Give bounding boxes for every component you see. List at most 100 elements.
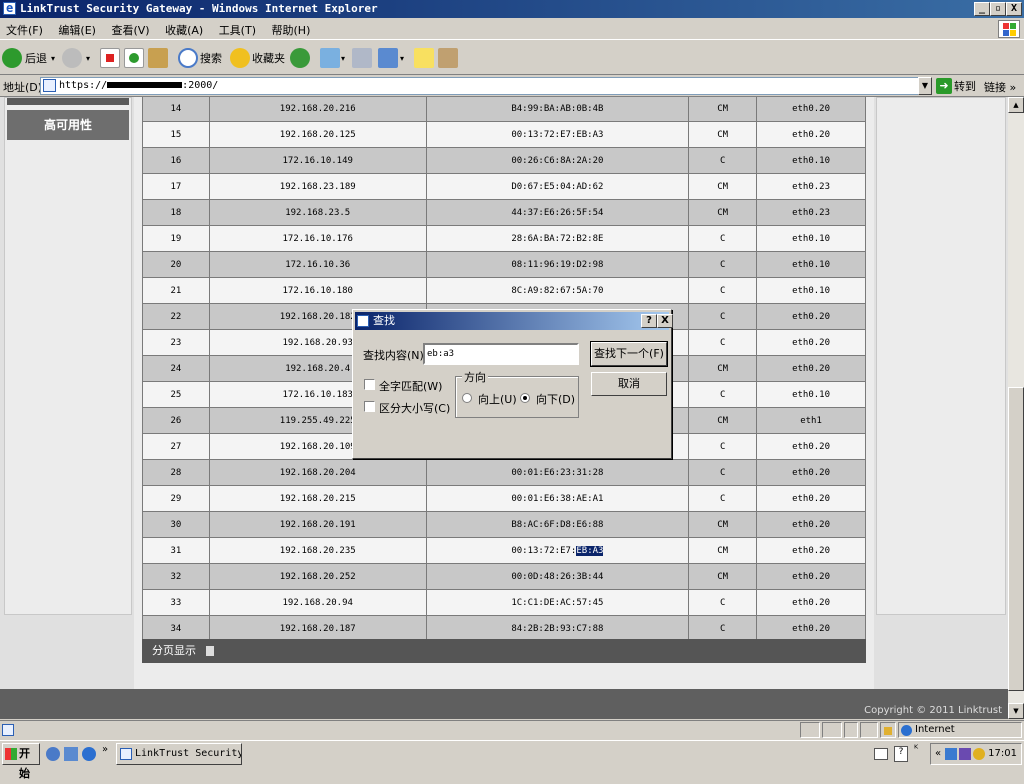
- ip-cell: 172.16.10.180: [208, 277, 427, 304]
- match-case-checkbox[interactable]: [364, 401, 375, 412]
- dialog-close-button[interactable]: X: [657, 314, 673, 328]
- ie-page-icon: [120, 748, 132, 760]
- refresh-icon: [124, 48, 144, 68]
- mac-cell: 00:13:72:E7:EB:A3: [425, 537, 690, 564]
- direction-down-radio[interactable]: [520, 393, 530, 403]
- tray-app-icon[interactable]: [959, 748, 971, 760]
- direction-down-label: 向下(D): [536, 393, 576, 406]
- refresh-button[interactable]: [124, 46, 144, 70]
- minimize-button[interactable]: _: [974, 2, 990, 16]
- interface-cell: eth0.20: [756, 329, 866, 356]
- restore-button[interactable]: ▫: [990, 2, 1006, 16]
- help-icon[interactable]: ?: [894, 746, 908, 762]
- row-index-cell: 26: [142, 407, 210, 434]
- interface-cell: eth0.23: [756, 199, 866, 226]
- address-prefix: https://: [59, 80, 108, 91]
- quicklaunch-ie-icon[interactable]: [82, 747, 96, 761]
- cancel-button[interactable]: 取消: [591, 372, 667, 396]
- type-cell: C: [688, 147, 758, 174]
- links-button[interactable]: 链接 »: [984, 79, 1016, 95]
- go-button[interactable]: ➜ 转到: [936, 77, 976, 95]
- interface-cell: eth1: [756, 407, 866, 434]
- table-row: 20 172.16.10.36 08:11:96:19:D2:98 Ceth0.10: [142, 251, 866, 278]
- edit-button[interactable]: ▾: [378, 46, 404, 70]
- tray-expand-icon[interactable]: «: [935, 744, 941, 764]
- address-input[interactable]: https://:2000/: [40, 77, 920, 95]
- nav-top-bar: [7, 98, 129, 105]
- type-cell: CM: [688, 407, 758, 434]
- table-row: 14 192.168.20.216 B4:99:BA:AB:0B:4B CM eth0.…: [142, 97, 866, 122]
- mac-cell: 00:26:C6:8A:2A:20: [425, 147, 690, 174]
- ip-cell: 172.16.10.149: [208, 147, 427, 174]
- address-dropdown-button[interactable]: ▼: [918, 77, 932, 95]
- back-button[interactable]: 后退 ▾: [2, 46, 55, 70]
- ip-cell: 192.168.20.204: [208, 459, 427, 486]
- home-button[interactable]: [148, 46, 168, 70]
- menu-help[interactable]: 帮助(H): [266, 18, 317, 42]
- mac-cell: 1C:C1:DE:AC:57:45: [425, 589, 690, 616]
- quicklaunch-desktop-icon[interactable]: [64, 747, 78, 761]
- find-next-button[interactable]: 查找下一个(F): [590, 341, 668, 367]
- type-cell: C: [688, 459, 758, 486]
- menu-file[interactable]: 文件(F): [0, 18, 49, 42]
- favorites-button[interactable]: 收藏夹: [230, 46, 285, 70]
- edit-dropdown-icon[interactable]: ▾: [400, 54, 404, 63]
- clock[interactable]: 17:01: [988, 748, 1017, 759]
- menu-view[interactable]: 查看(V): [105, 18, 155, 42]
- history-icon: [290, 48, 310, 68]
- start-button[interactable]: 开始: [2, 743, 40, 780]
- menu-tools[interactable]: 工具(T): [213, 18, 262, 42]
- go-label: 转到: [954, 80, 976, 93]
- history-button[interactable]: [290, 46, 310, 70]
- close-window-button[interactable]: X: [1006, 2, 1022, 16]
- go-arrow-icon: ➜: [936, 78, 952, 94]
- ip-cell: 192.168.20.94: [208, 589, 427, 616]
- find-dialog-titlebar[interactable]: 查找 ? X: [355, 312, 673, 330]
- table-row: 33 192.168.20.94 1C:C1:DE:AC:57:45 Ceth0.20: [142, 589, 866, 616]
- favorites-label: 收藏夹: [252, 52, 285, 65]
- print-button[interactable]: [352, 46, 372, 70]
- mail-button[interactable]: ▾: [320, 46, 345, 70]
- tray-network-icon[interactable]: [945, 748, 957, 760]
- back-dropdown-icon[interactable]: ▾: [51, 54, 55, 63]
- menu-edit[interactable]: 编辑(E): [52, 18, 102, 42]
- match-case-label: 区分大小写(C): [379, 402, 451, 415]
- language-icon[interactable]: ᴷ: [914, 744, 918, 755]
- research-button[interactable]: [438, 46, 458, 70]
- scroll-up-button[interactable]: ▲: [1008, 97, 1024, 113]
- dialog-page-icon: [357, 315, 369, 327]
- search-button[interactable]: 搜索: [178, 46, 222, 70]
- row-index-cell: 25: [142, 381, 210, 408]
- keyboard-icon[interactable]: [874, 748, 888, 760]
- mail-dropdown-icon[interactable]: ▾: [341, 54, 345, 63]
- forward-button[interactable]: ▾: [62, 46, 90, 70]
- table-row: 18 192.168.23.5 44:37:E6:26:5F:54 CM eth0.23: [142, 199, 866, 226]
- notes-button[interactable]: [414, 46, 434, 70]
- windows-flag-icon: [5, 748, 17, 760]
- mac-cell: 8C:A9:82:67:5A:70: [425, 277, 690, 304]
- tray-update-icon[interactable]: [973, 748, 985, 760]
- taskbar-ie-window[interactable]: LinkTrust Security ...: [116, 743, 242, 765]
- find-what-input[interactable]: eb:a3: [423, 343, 579, 365]
- ip-cell: 192.168.23.5: [208, 199, 427, 226]
- interface-cell: eth0.23: [756, 173, 866, 200]
- scroll-thumb[interactable]: [1008, 387, 1024, 691]
- quicklaunch-more-icon[interactable]: »: [102, 744, 108, 755]
- nav-item-high-availability[interactable]: 高可用性: [7, 110, 129, 140]
- dialog-help-button[interactable]: ?: [641, 314, 657, 328]
- table-row: 28 192.168.20.204 00:01:E6:23:31:28 Ceth0.2…: [142, 459, 866, 486]
- direction-up-radio[interactable]: [462, 393, 472, 403]
- pager-label[interactable]: 分页显示: [152, 644, 196, 657]
- quicklaunch-user-icon[interactable]: [46, 747, 60, 761]
- scroll-down-button[interactable]: ▼: [1008, 703, 1024, 719]
- whole-word-checkbox[interactable]: [364, 379, 375, 390]
- security-zone[interactable]: Internet: [898, 722, 1022, 738]
- forward-dropdown-icon[interactable]: ▾: [86, 54, 90, 63]
- research-icon: [438, 48, 458, 68]
- pager-icon[interactable]: [206, 646, 214, 656]
- stop-button[interactable]: [100, 46, 120, 70]
- vertical-scrollbar[interactable]: ▲ ▼: [1008, 97, 1024, 719]
- mac-text: 00:13:72:E7:: [511, 545, 577, 556]
- menu-favorites[interactable]: 收藏(A): [159, 18, 209, 42]
- interface-cell: eth0.20: [756, 121, 866, 148]
